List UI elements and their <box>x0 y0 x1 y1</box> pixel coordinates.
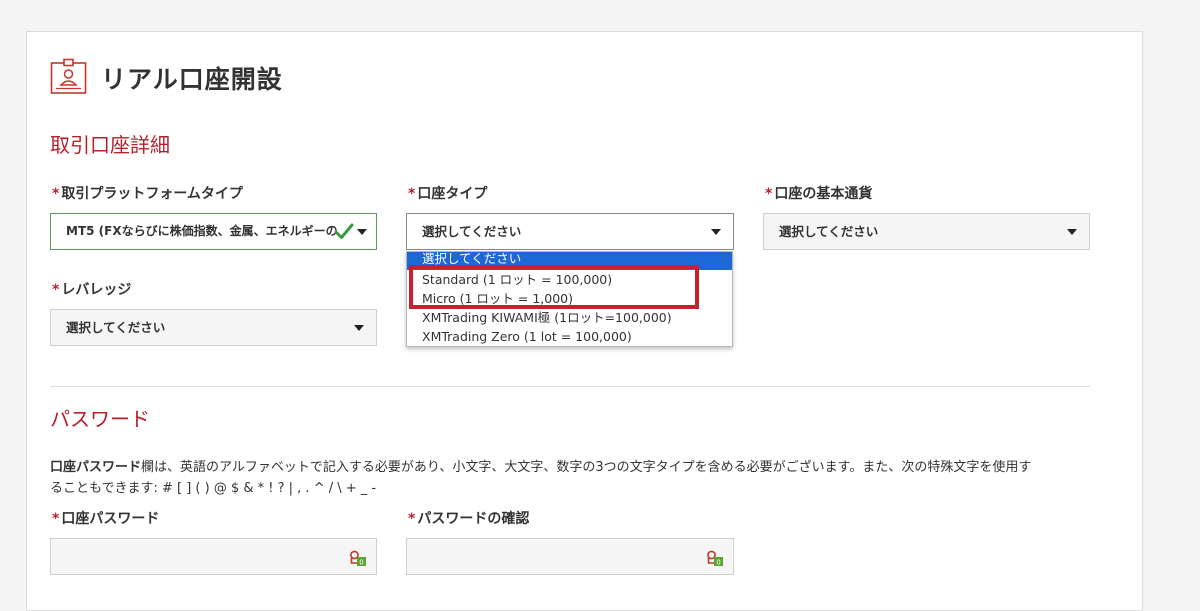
chevron-down-icon <box>357 229 367 235</box>
account-password-label: * 口座パスワード <box>52 511 160 527</box>
section-title-password: パスワード <box>50 407 150 431</box>
platform-select-value: MT5 (FXならびに株価指数、金属、エネルギーの <box>66 224 338 238</box>
leverage-label: * レバレッジ <box>52 282 132 298</box>
leverage-select-value: 選択してください <box>66 320 166 335</box>
password-confirm-label: * パスワードの確認 <box>408 511 530 527</box>
checkmark-icon <box>334 223 354 239</box>
annotation-highlight-box <box>409 265 699 309</box>
chevron-down-icon <box>1067 229 1077 235</box>
password-confirm-input[interactable]: 0 <box>406 538 734 575</box>
chevron-down-icon <box>711 229 721 235</box>
account-type-option[interactable]: XMTrading KIWAMI極 (1ロット=100,000) <box>407 308 732 327</box>
section-divider <box>50 386 1090 387</box>
account-password-input[interactable]: 0 <box>50 538 377 575</box>
password-key-icon[interactable]: 0 <box>349 549 367 567</box>
platform-select[interactable]: MT5 (FXならびに株価指数、金属、エネルギーの <box>50 213 377 250</box>
account-type-label: * 口座タイプ <box>408 186 488 202</box>
account-type-select-value: 選択してください <box>422 224 522 239</box>
svg-text:0: 0 <box>716 559 720 567</box>
page-title: リアル口座開設 <box>101 65 283 94</box>
account-type-select[interactable]: 選択してください <box>406 213 734 250</box>
platform-label: * 取引プラットフォームタイプ <box>52 186 243 202</box>
account-type-option[interactable]: XMTrading Zero (1 lot = 100,000) <box>407 327 732 346</box>
leverage-select[interactable]: 選択してください <box>50 309 377 346</box>
base-currency-select-value: 選択してください <box>779 224 879 239</box>
section-title-account-details: 取引口座詳細 <box>50 133 170 157</box>
base-currency-label: * 口座の基本通貨 <box>765 186 873 202</box>
id-card-icon <box>50 58 87 94</box>
base-currency-select[interactable]: 選択してください <box>763 213 1090 250</box>
password-key-icon[interactable]: 0 <box>706 549 724 567</box>
chevron-down-icon <box>354 325 364 331</box>
password-description: 口座パスワード欄は、英語のアルファベットで記入する必要があり、小文字、大文字、数… <box>50 460 1032 496</box>
svg-text:0: 0 <box>359 559 363 567</box>
